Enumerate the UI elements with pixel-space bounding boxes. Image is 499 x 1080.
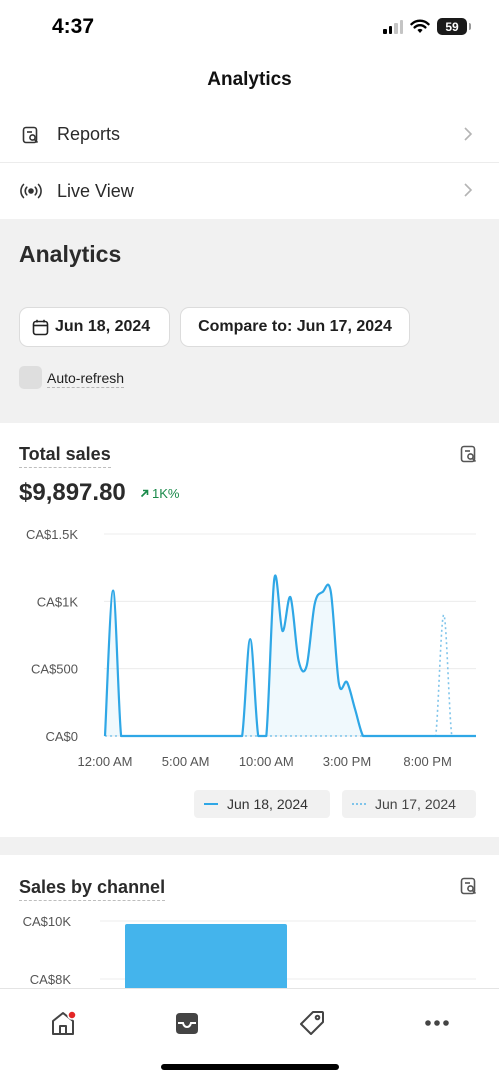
x-tick-label: 10:00 AM [239, 754, 294, 769]
y-tick-label: CA$0 [45, 729, 78, 744]
menu-item-label: Live View [57, 180, 134, 201]
compare-date-label: Compare to: Jun 17, 2024 [198, 318, 392, 335]
arrow-up-right-icon [140, 489, 149, 498]
tab-more[interactable] [417, 1003, 457, 1043]
legend-solid-swatch [204, 803, 218, 805]
chevron-right-icon [464, 127, 473, 141]
y-tick-label: CA$1.5K [26, 527, 78, 542]
report-search-icon[interactable] [459, 876, 479, 901]
home-indicator [161, 1064, 339, 1070]
date-picker-button[interactable]: Jun 18, 2024 [19, 307, 170, 347]
legend-compare[interactable]: Jun 17, 2024 [342, 790, 476, 818]
status-time: 4:37 [52, 15, 95, 38]
chevron-right-icon [464, 183, 473, 197]
nav-title: Analytics [207, 69, 292, 90]
menu-item-live-view[interactable]: Live View [0, 163, 499, 219]
notification-badge [67, 1010, 77, 1020]
auto-refresh-label[interactable]: Auto-refresh [47, 370, 125, 388]
sales-delta: 1K% [140, 486, 179, 501]
home-icon [52, 1010, 77, 1035]
more-icon [425, 1020, 449, 1026]
legend-dotted-swatch [352, 803, 366, 805]
section-divider [0, 837, 499, 855]
legend-compare-label: Jun 17, 2024 [375, 796, 456, 812]
tab-products[interactable] [292, 1003, 332, 1043]
report-search-icon [20, 124, 42, 146]
total-sales-chart: CA$0 CA$500 CA$1K CA$1.5K 12:00 AM 5:00 AM 10:… [26, 527, 476, 769]
x-tick-label: 3:00 PM [323, 754, 371, 769]
status-bar: 4:37 59 [0, 0, 499, 56]
tag-icon [300, 1011, 324, 1035]
legend-current[interactable]: Jun 18, 2024 [194, 790, 330, 818]
compare-date-button[interactable]: Compare to: Jun 17, 2024 [180, 307, 410, 347]
x-tick-label: 5:00 AM [162, 754, 210, 769]
menu-item-reports[interactable]: Reports [0, 107, 499, 163]
total-sales-title[interactable]: Total sales [19, 444, 111, 468]
date-picker-label: Jun 18, 2024 [55, 318, 151, 335]
y-tick-label: CA$1K [37, 594, 79, 609]
wifi-icon [410, 19, 430, 33]
sales-by-channel-title[interactable]: Sales by channel [19, 877, 166, 901]
status-icons: 59 [383, 18, 471, 35]
menu-item-label: Reports [57, 124, 121, 144]
sales-delta-value: 1K% [152, 486, 180, 501]
legend-current-label: Jun 18, 2024 [227, 796, 308, 812]
section-title: Analytics [19, 241, 122, 267]
inbox-icon [176, 1013, 198, 1034]
tab-home[interactable] [43, 1003, 83, 1043]
calendar-icon [32, 319, 49, 336]
x-tick-label: 8:00 PM [403, 754, 451, 769]
total-sales-value: $9,897.80 [19, 479, 126, 506]
broadcast-icon [20, 180, 42, 202]
report-search-icon[interactable] [459, 444, 479, 469]
cellular-signal-icon [383, 19, 403, 34]
y-tick-label: CA$10K [23, 914, 72, 929]
auto-refresh-checkbox[interactable] [19, 366, 42, 389]
sales-by-channel-chart: CA$8K CA$10K [23, 914, 476, 988]
y-tick-label: CA$8K [30, 972, 72, 987]
channel-bar [125, 923, 287, 988]
tab-inbox[interactable] [167, 1003, 207, 1043]
x-tick-label: 12:00 AM [78, 754, 133, 769]
y-tick-label: CA$500 [31, 662, 78, 677]
battery-icon: 59 [437, 18, 471, 35]
